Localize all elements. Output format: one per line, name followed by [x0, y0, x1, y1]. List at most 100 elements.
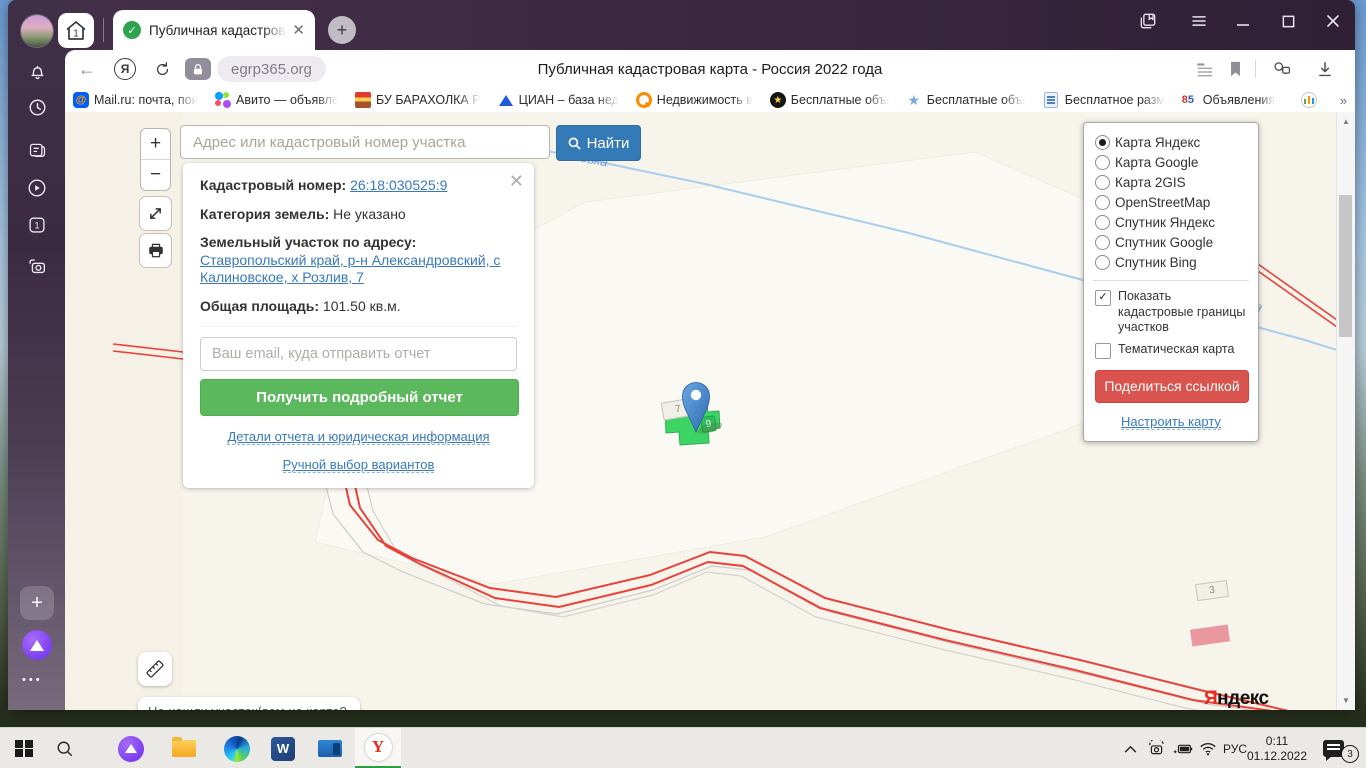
cadastral-borders-checkbox-row[interactable]: ✓ Показать кадастровые границы участков: [1095, 289, 1247, 336]
map-pin[interactable]: [668, 370, 728, 436]
menu-icon[interactable]: [1186, 8, 1212, 34]
side-panels-icon[interactable]: [1135, 8, 1161, 34]
layer-option-google-sat[interactable]: Спутник Google: [1095, 232, 1247, 252]
sidebar-more-button[interactable]: •••: [22, 674, 43, 686]
share-link-button[interactable]: Поделиться ссылкой: [1095, 369, 1249, 403]
bookmark-avito[interactable]: Авито — объявле: [215, 92, 338, 108]
print-button[interactable]: [139, 233, 172, 268]
home-tab-button[interactable]: 1: [58, 13, 94, 48]
tab-secure-check-icon: ✓: [123, 21, 141, 39]
bookmark-mailru[interactable]: @ Mail.ru: почта, пои: [73, 92, 198, 108]
page-scrollbar[interactable]: ▲ ▼: [1336, 112, 1355, 710]
report-details-link[interactable]: Детали отчета и юридическая информация: [200, 429, 517, 445]
taskbar-alisa-button[interactable]: [114, 728, 148, 768]
measure-ruler-button[interactable]: [138, 652, 172, 686]
password-manager-icon[interactable]: [1270, 57, 1294, 81]
manual-selection-link[interactable]: Ручной выбор вариантов: [200, 457, 517, 473]
sidebar-add-button[interactable]: +: [20, 586, 54, 620]
cadastral-number-link[interactable]: 26:18:030525:9: [350, 177, 447, 193]
screenshot-camera-icon[interactable]: [25, 254, 49, 278]
refresh-button[interactable]: [150, 57, 174, 81]
tray-battery-icon[interactable]: [1169, 728, 1197, 768]
taskbar-yandex-browser-button[interactable]: Y: [355, 728, 401, 768]
radio-icon: [1095, 214, 1110, 230]
url-field[interactable]: egrp365.org: [217, 56, 326, 82]
feed-icon[interactable]: [25, 138, 49, 162]
email-field[interactable]: [200, 337, 517, 371]
scroll-down-icon[interactable]: ▼: [1337, 696, 1355, 705]
layer-option-2gis-map[interactable]: Карта 2GIS: [1095, 172, 1247, 192]
video-play-icon[interactable]: [25, 176, 49, 200]
yandex-logo-ya: Я: [1204, 688, 1218, 709]
bookmark-flag-icon[interactable]: [1223, 57, 1247, 81]
bookmark-free-placement[interactable]: Бесплатное разме: [1042, 92, 1165, 108]
layer-option-yandex-sat[interactable]: Спутник Яндекс: [1095, 212, 1247, 232]
bookmark-free-ads-2[interactable]: ★ Бесплатные объя: [906, 92, 1025, 108]
page-title: Публичная кадастровая карта - Россия 202…: [537, 60, 883, 78]
tab-close-icon[interactable]: ✕: [292, 21, 305, 39]
bookmark-nedvizhimost[interactable]: Недвижимость в: [635, 92, 753, 108]
new-tab-button[interactable]: +: [328, 16, 356, 44]
minimize-button[interactable]: [1230, 8, 1256, 34]
taskbar: W Y РУС 0:11 01.12.2022: [0, 727, 1366, 768]
maximize-button[interactable]: [1275, 8, 1301, 34]
find-button[interactable]: Найти: [556, 125, 641, 161]
taskbar-devices-button[interactable]: [313, 728, 347, 768]
alisa-assistant-button[interactable]: [22, 630, 52, 660]
downloads-icon[interactable]: [1313, 57, 1337, 81]
map-canvas[interactable]: линовка Ка 7 9 3 Яндекс: [65, 112, 1355, 710]
tray-capture-icon[interactable]: [1143, 728, 1169, 768]
map-layers-panel: Карта Яндекс Карта Google Карта 2GIS Ope…: [1083, 122, 1259, 442]
site-lock-icon[interactable]: [185, 58, 211, 80]
chart-favicon: [1300, 92, 1317, 108]
get-report-button[interactable]: Получить подробный отчет: [200, 379, 519, 416]
layer-option-osm[interactable]: OpenStreetMap: [1095, 192, 1247, 212]
bookmark-cian[interactable]: ЦИАН – база нед: [498, 92, 619, 108]
info-close-icon[interactable]: ✕: [509, 171, 524, 192]
clock[interactable]: 0:11 01.12.2022: [1238, 728, 1316, 768]
address-link[interactable]: Ставропольский край, р-н Александровский…: [200, 252, 500, 286]
profile-avatar[interactable]: [21, 15, 53, 47]
yandex-logo-rest: ндекс: [1217, 688, 1269, 709]
zoom-in-button[interactable]: +: [141, 129, 170, 160]
scroll-up-icon[interactable]: ▲: [1337, 117, 1355, 126]
zoom-controls: + −: [140, 128, 171, 191]
search-input[interactable]: [180, 125, 550, 159]
star-blue-favicon: ★: [907, 91, 921, 108]
layer-option-bing-sat[interactable]: Спутник Bing: [1095, 252, 1247, 272]
taskbar-edge-button[interactable]: [220, 728, 254, 768]
taskbar-search-button[interactable]: [50, 728, 80, 768]
back-button[interactable]: ←: [75, 57, 99, 81]
taskbar-word-button[interactable]: W: [266, 728, 300, 768]
tabs-counter-icon[interactable]: 1: [25, 213, 49, 237]
taskbar-explorer-button[interactable]: [167, 728, 201, 768]
mailru-favicon: @: [73, 92, 89, 108]
layer-option-google-map[interactable]: Карта Google: [1095, 152, 1247, 172]
area-value: 101.50 кв.м.: [322, 297, 401, 314]
radio-icon: [1095, 154, 1110, 170]
scrollbar-thumb[interactable]: [1339, 195, 1352, 337]
tray-chevron-icon[interactable]: [1118, 728, 1142, 768]
bookmarks-overflow-chevron[interactable]: »: [1340, 93, 1347, 108]
active-tab[interactable]: ✓ Публичная кадастрова ✕: [113, 10, 315, 50]
not-found-hint[interactable]: Не нашли участок/дом на карте?: [138, 697, 360, 710]
close-button[interactable]: [1320, 8, 1346, 34]
svg-text:1: 1: [34, 221, 39, 231]
bookmark-baraholka[interactable]: БУ БАРАХОЛКА Р: [355, 92, 481, 108]
zoom-out-button[interactable]: −: [141, 160, 170, 190]
nedvizhimost-favicon: [635, 92, 652, 108]
thematic-map-checkbox-row[interactable]: Тематическая карта: [1095, 342, 1247, 359]
edge-icon: [224, 735, 250, 762]
bookmark-obyavleniya[interactable]: 85 Объявления: [1182, 92, 1275, 108]
history-clock-icon[interactable]: [25, 95, 49, 119]
land-category-label: Категория земель:: [200, 205, 330, 222]
bookmark-free-ads-1[interactable]: ★ Бесплатные объя: [769, 92, 889, 108]
layer-option-yandex-map[interactable]: Карта Яндекс: [1095, 132, 1247, 152]
reader-mode-icon[interactable]: [1193, 57, 1217, 81]
notifications-bell-icon[interactable]: [25, 59, 49, 83]
fullscreen-button[interactable]: [139, 196, 172, 231]
start-button[interactable]: [8, 728, 40, 768]
bookmark-app-icon[interactable]: [1300, 92, 1317, 108]
configure-map-link[interactable]: Настроить карту: [1095, 413, 1247, 430]
yandex-search-icon[interactable]: Я: [113, 57, 137, 81]
